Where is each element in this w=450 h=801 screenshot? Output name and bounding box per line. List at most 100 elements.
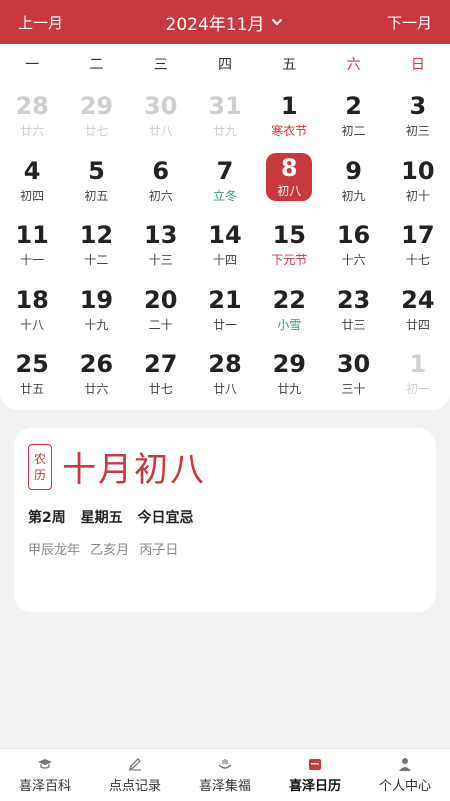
lunar-day-label: 十四 (212, 253, 237, 267)
calendar-day[interactable]: 28 廿八 (193, 344, 257, 409)
calendar-day[interactable]: 27 廿七 (129, 344, 193, 409)
day-content: 5 初五 (84, 157, 108, 204)
calendar-icon (309, 759, 321, 770)
day-content: 17 十七 (401, 221, 434, 268)
lunar-day-label: 初八 (277, 184, 302, 198)
day-content: 28 廿六 (15, 92, 48, 139)
day-content: 27 廿七 (144, 350, 177, 397)
calendar-day[interactable]: 6 初六 (129, 151, 193, 216)
calendar-day[interactable]: 20 二十 (129, 280, 193, 345)
calendar-day[interactable]: 12 十二 (64, 215, 128, 280)
weekday-label: 六 (346, 57, 361, 73)
calendar-day[interactable]: 2 初二 (321, 86, 385, 151)
day-content: 11 十一 (15, 221, 48, 268)
calendar-day[interactable]: 3 初三 (386, 86, 450, 151)
calendar-day[interactable]: 14 十四 (193, 215, 257, 280)
day-number: 19 (79, 285, 114, 314)
day-number: 11 (15, 221, 49, 249)
day-number: 15 (272, 221, 306, 249)
day-ganzhi: 丙子日 (139, 543, 179, 558)
tab-calendar[interactable]: 喜泽日历 (270, 749, 360, 801)
day-number: 29 (79, 92, 114, 120)
calendar-day[interactable]: 7 立冬 (193, 151, 257, 216)
lunar-date-row: 农 历 十月初八 (28, 442, 422, 491)
calendar-day[interactable]: 28 廿六 (0, 86, 64, 151)
prev-month-button[interactable]: 上一月 (18, 12, 63, 33)
day-content: 14 十四 (208, 221, 241, 268)
calendar-day[interactable]: 22 小雪 (257, 280, 321, 345)
calendar-day[interactable]: 19 十九 (64, 280, 128, 345)
lunar-day-label: 十一 (20, 253, 45, 267)
month-ganzhi: 乙亥月 (90, 543, 130, 558)
calendar-day[interactable]: 16 十六 (321, 215, 385, 280)
lunar-day-label: 廿七 (84, 124, 109, 138)
day-number: 23 (336, 285, 371, 314)
day-content: 20 二十 (144, 286, 177, 333)
calendar-day[interactable]: 31 廿九 (193, 86, 257, 151)
tab-profile[interactable]: 个人中心 (360, 749, 450, 801)
calendar-day[interactable]: 5 初五 (64, 151, 128, 216)
day-number: 31 (208, 92, 242, 120)
next-month-button[interactable]: 下一月 (387, 12, 432, 33)
tab-blessings[interactable]: 喜泽集福 (180, 749, 270, 801)
day-number: 7 (216, 156, 234, 185)
calendar-day[interactable]: 26 廿六 (64, 344, 128, 409)
weekday-header: 一 二 三 四 五 六 日 (0, 44, 450, 84)
calendar-day[interactable]: 17 十七 (386, 215, 450, 280)
calendar-day[interactable]: 21 廿一 (193, 280, 257, 345)
tab-label: 喜泽百科 (18, 779, 71, 794)
lunar-tag-bottom: 历 (33, 467, 46, 482)
calendar-day[interactable]: 29 廿九 (257, 344, 321, 409)
calendar-day[interactable]: 15 下元节 (257, 215, 321, 280)
lunar-day-label: 廿四 (405, 317, 430, 332)
lunar-day-label: 十八 (20, 317, 45, 332)
calendar-day[interactable]: 13 十三 (129, 215, 193, 280)
lunar-day-label: 廿五 (20, 382, 45, 396)
calendar-day[interactable]: 29 廿七 (64, 86, 128, 151)
day-number: 14 (208, 221, 242, 249)
bottom-tab-bar: 喜泽百科 点点记录 喜泽集福 喜泽日历 个人中心 (0, 748, 450, 801)
calendar-day[interactable]: 24 廿四 (386, 280, 450, 345)
calendar-day[interactable]: 9 初九 (321, 151, 385, 216)
hands-blessing-icon (218, 759, 232, 769)
calendar-day[interactable]: 1 初一 (386, 344, 450, 409)
calendar-day[interactable]: 11 十一 (0, 215, 64, 280)
day-content: 28 廿八 (208, 350, 241, 397)
weekday-label: 二 (89, 57, 104, 73)
day-number: 2 (345, 92, 362, 120)
calendar-day[interactable]: 10 初十 (386, 151, 450, 216)
lunar-day-label: 三十 (341, 382, 366, 396)
lunar-day-label: 廿九 (212, 124, 237, 138)
day-content: 24 廿四 (401, 286, 434, 333)
calendar-day[interactable]: 30 廿八 (129, 86, 193, 151)
day-number: 26 (79, 350, 114, 378)
lunar-day-label: 十六 (341, 253, 366, 267)
week-number: 第2周 (28, 510, 66, 526)
calendar-day[interactable]: 23 廿三 (321, 280, 385, 345)
day-content: 12 十二 (80, 221, 113, 268)
month-picker[interactable]: 2024年11月 (166, 10, 285, 35)
calendar-day[interactable]: 25 廿五 (0, 344, 64, 409)
day-number: 1 (409, 350, 427, 378)
yiji-link[interactable]: 今日宜忌 (138, 510, 194, 526)
graduation-cap-icon (38, 759, 52, 769)
day-content: 6 初六 (149, 157, 173, 204)
calendar-day[interactable]: 30 三十 (321, 344, 385, 409)
tab-encyclopedia[interactable]: 喜泽百科 (0, 749, 90, 801)
lunar-day-label: 初一 (405, 382, 430, 396)
calendar-day[interactable]: 18 十八 (0, 280, 64, 345)
day-content: 3 初三 (406, 92, 430, 139)
calendar-panel: 一 二 三 四 五 六 日 28 廿六 29 廿七 30 廿八 31 廿九 1 寒衣节 2 初二 3 初三… (0, 44, 450, 410)
calendar-day-selected[interactable]: 8 初八 (257, 151, 321, 216)
day-content: 7 立冬 (213, 157, 237, 204)
tab-label: 点点记录 (108, 779, 161, 794)
calendar-day[interactable]: 4 初四 (0, 151, 64, 216)
day-number: 24 (401, 285, 435, 314)
person-icon (399, 758, 411, 771)
calendar-day[interactable]: 1 寒衣节 (257, 86, 321, 151)
day-content: 30 廿八 (144, 92, 177, 139)
weekday-label: 一 (25, 57, 40, 73)
tab-records[interactable]: 点点记录 (90, 749, 180, 801)
lunar-day-label: 初六 (148, 188, 173, 203)
day-info: 第2周 星期五 今日宜忌 (28, 507, 422, 527)
